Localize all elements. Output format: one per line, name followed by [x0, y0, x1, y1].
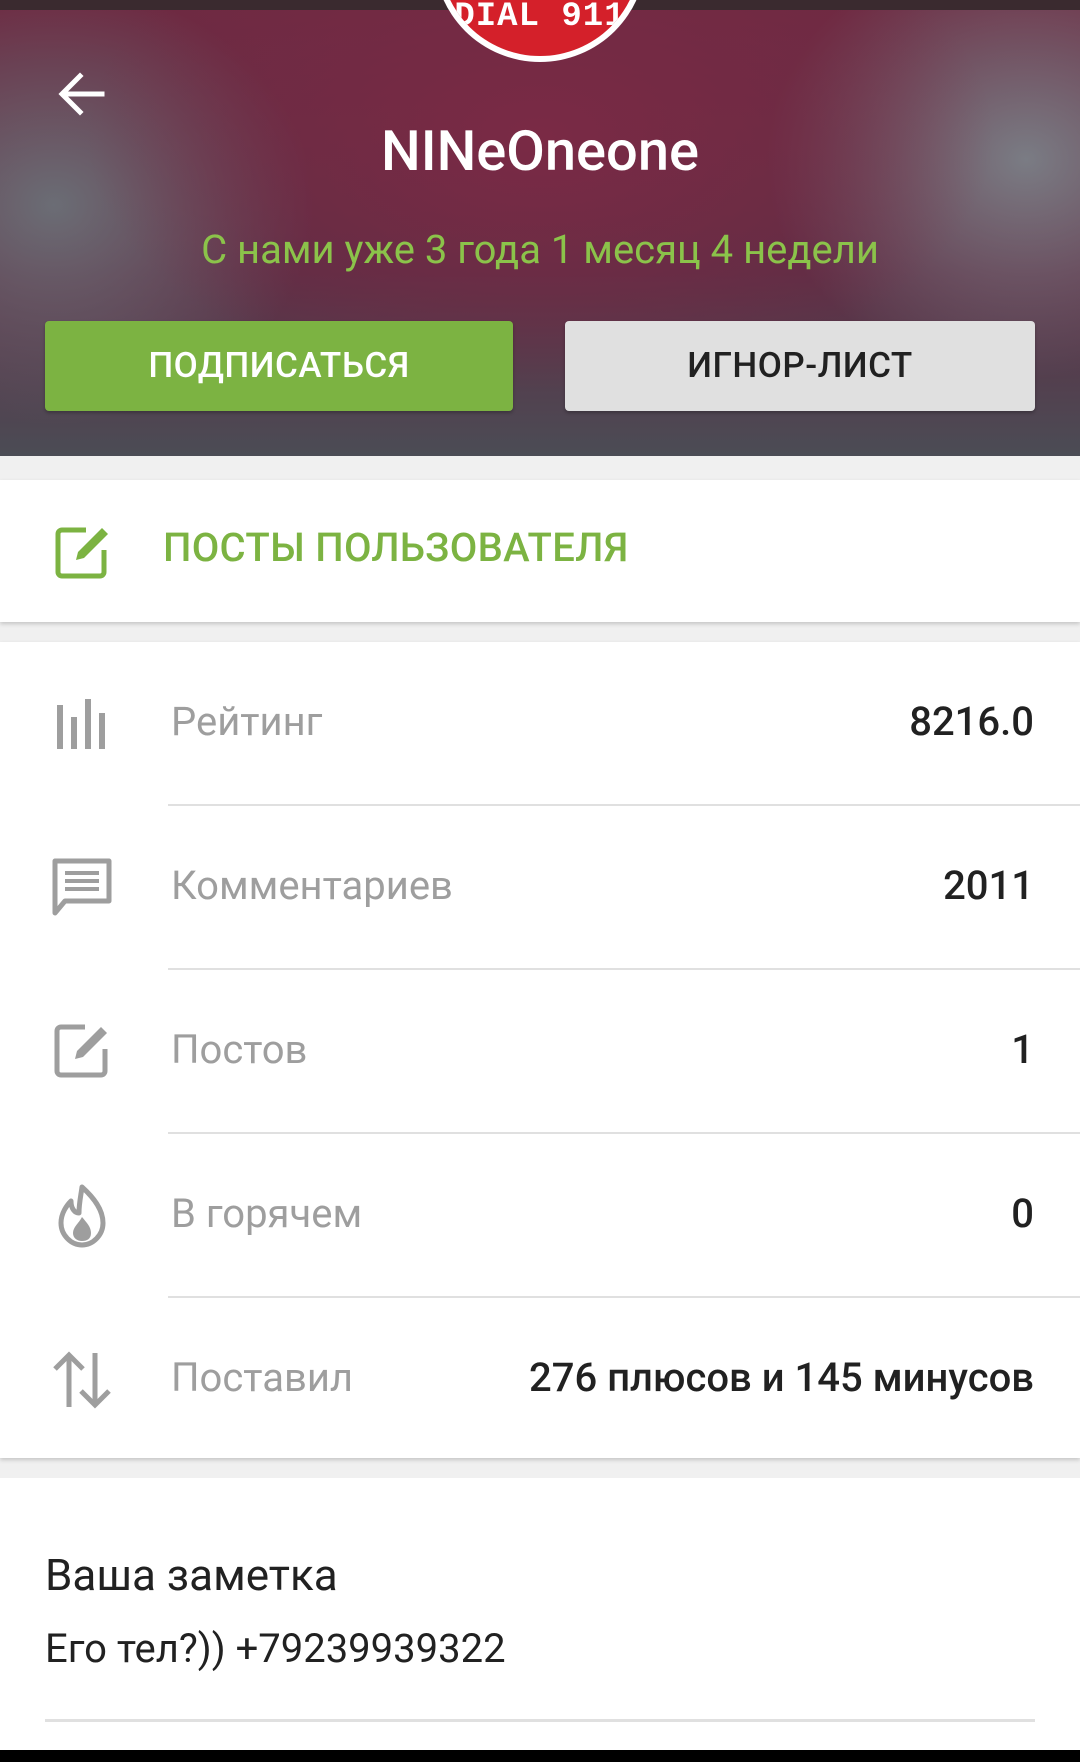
- note-title: Ваша заметка: [45, 1549, 338, 1601]
- stat-label: Постов: [171, 1026, 308, 1073]
- note-underline: [45, 1719, 1035, 1722]
- stat-label: Комментариев: [171, 862, 453, 909]
- stat-row-votes: Поставил 276 плюсов и 145 минусов: [0, 1298, 1080, 1462]
- avatar-text: DIAL 911: [454, 0, 626, 36]
- avatar[interactable]: DIAL 911: [434, 0, 646, 62]
- member-since: С нами уже 3 года 1 месяц 4 недели: [201, 226, 879, 273]
- stat-value: 276 плюсов и 145 минусов: [529, 1354, 1034, 1401]
- stat-value: 8216.0: [909, 698, 1034, 745]
- username: NINeOneone: [380, 118, 699, 184]
- user-posts-label: ПОСТЫ ПОЛЬЗОВАТЕЛЯ: [163, 524, 629, 571]
- profile-header: DIAL 911 NINeOneone С нами уже 3 года 1 …: [0, 0, 1080, 456]
- flame-icon: [49, 1183, 115, 1249]
- edit-icon: [52, 522, 112, 582]
- navigation-bar: [0, 1750, 1080, 1762]
- note-card: Ваша заметка Его тел?)) +79239939322: [0, 1478, 1080, 1762]
- subscribe-button[interactable]: ПОДПИСАТЬСЯ: [45, 321, 513, 411]
- stats-card: Рейтинг 8216.0 Комментариев 2011 Постов …: [0, 642, 1080, 1458]
- edit-icon: [49, 1019, 115, 1085]
- stat-value: 0: [1011, 1190, 1034, 1237]
- note-text[interactable]: Его тел?)) +79239939322: [45, 1625, 506, 1672]
- stat-label: Поставил: [171, 1354, 354, 1401]
- stat-label: Рейтинг: [171, 698, 323, 745]
- comment-icon: [49, 855, 115, 921]
- stat-row-comments: Комментариев 2011: [0, 806, 1080, 970]
- avatar-image: DIAL 911: [440, 0, 640, 56]
- user-posts-link[interactable]: ПОСТЫ ПОЛЬЗОВАТЕЛЯ: [0, 480, 1080, 622]
- ignore-list-button[interactable]: ИГНОР-ЛИСТ: [565, 321, 1035, 411]
- stat-row-rating: Рейтинг 8216.0: [0, 642, 1080, 806]
- back-arrow-icon[interactable]: [52, 64, 112, 124]
- stat-value: 2011: [943, 862, 1034, 909]
- stat-label: В горячем: [171, 1190, 363, 1237]
- chart-bars-icon: [49, 691, 115, 757]
- swap-vertical-icon: [49, 1347, 115, 1413]
- stat-row-posts: Постов 1: [0, 970, 1080, 1134]
- stat-value: 1: [1011, 1026, 1034, 1073]
- stat-row-hot: В горячем 0: [0, 1134, 1080, 1298]
